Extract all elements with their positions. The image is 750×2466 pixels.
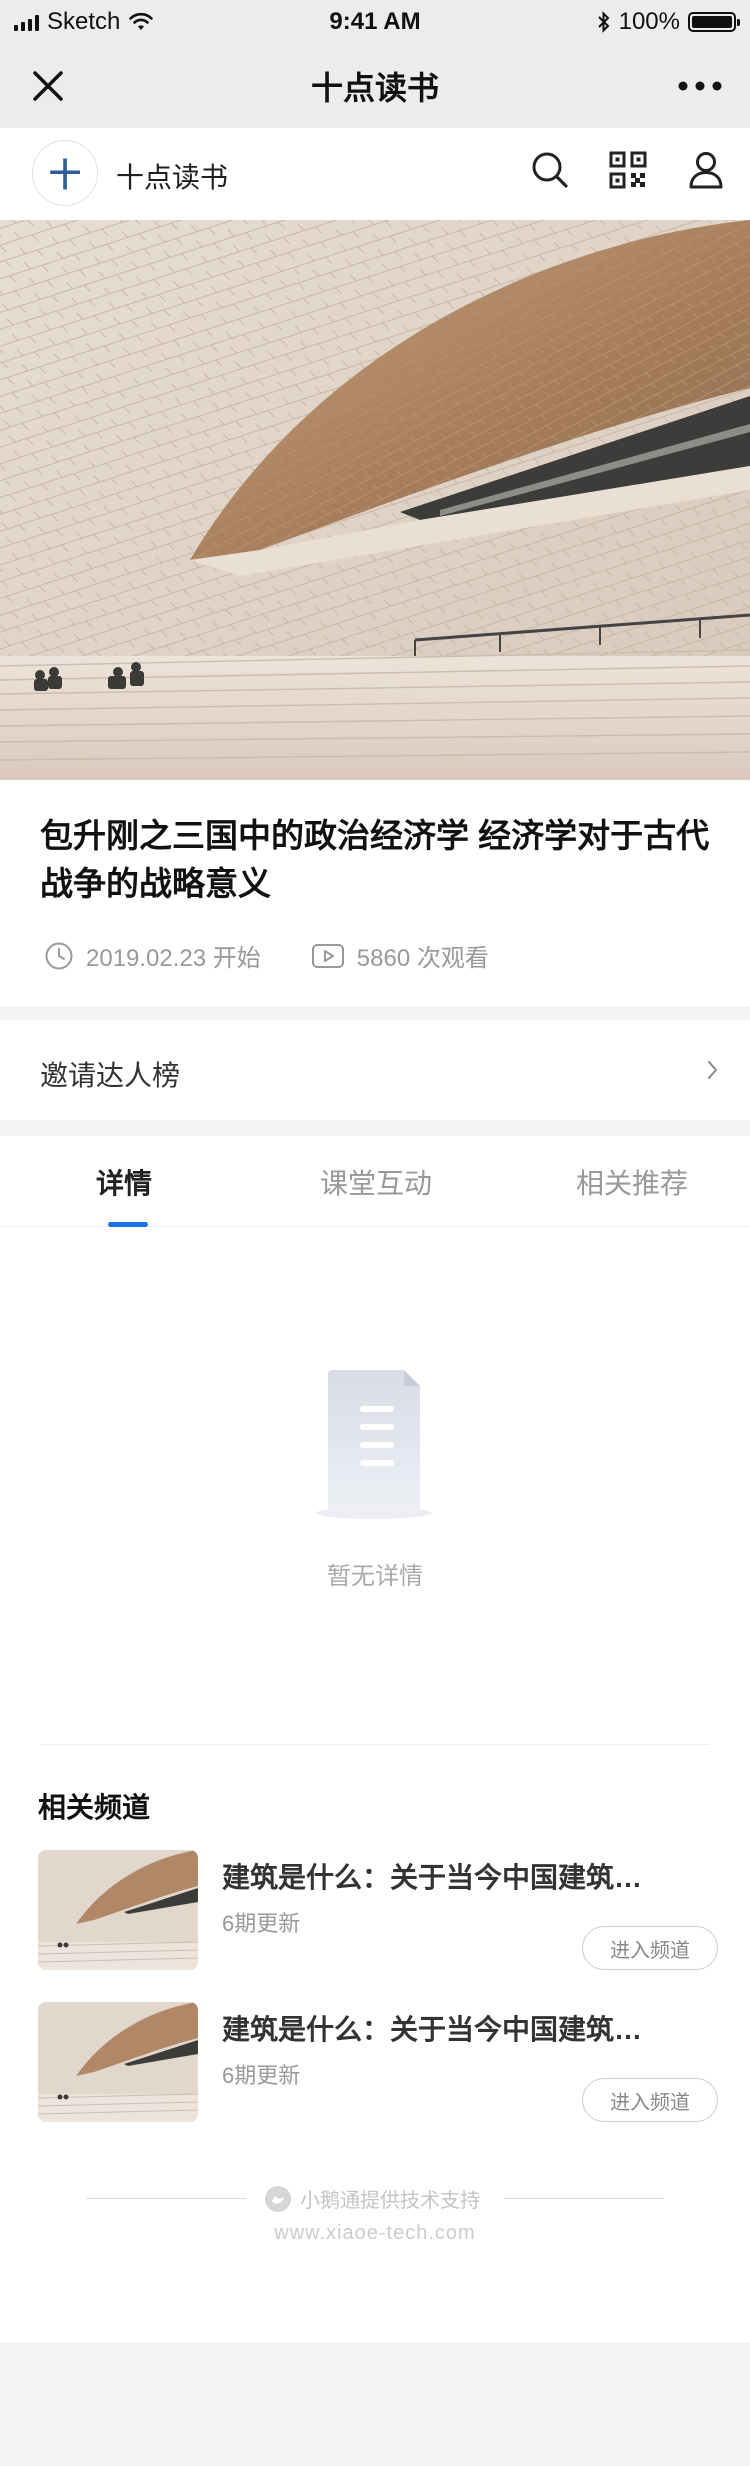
chevron-right-icon: [708, 1061, 717, 1079]
channel-update-count: 6期更新: [222, 1911, 301, 1936]
start-date-label: 2019.02.23 开始: [86, 945, 261, 972]
bluetooth-icon: [597, 11, 610, 33]
channel-card[interactable]: 建筑是什么：关于当今中国建筑… 6期更新 进入频道: [38, 1850, 718, 1970]
enter-channel-button[interactable]: 进入频道: [582, 2078, 718, 2122]
channel-thumbnail: [38, 1850, 198, 1970]
battery-percent: 100%: [618, 8, 680, 35]
detail-section: 详情 课堂互动 相关推荐 暂无详情 相关频道 建筑是什么：关于当今中国建筑… 6…: [0, 1136, 750, 2342]
invite-label: 邀请达人榜: [40, 1060, 181, 1091]
course-title: 包升刚之三国中的政治经济学 经济学对于古代战争的战略意义: [40, 817, 710, 902]
status-bar: Sketch 9:41 AM 100%: [0, 0, 750, 44]
clock-icon: [45, 942, 73, 969]
nav-bar: 十点读书: [0, 44, 750, 128]
more-button[interactable]: [676, 64, 724, 108]
channel-thumbnail: [38, 2002, 198, 2122]
start-date: 2019.02.23 开始: [44, 938, 261, 973]
search-button[interactable]: [530, 150, 570, 190]
channel-title: 建筑是什么：关于当今中国建筑…: [222, 1862, 643, 1893]
xiaoe-logo-icon: [265, 2185, 291, 2212]
qrcode-icon: [609, 151, 647, 189]
invite-leaderboard-row[interactable]: 邀请达人榜: [0, 1020, 750, 1120]
tab-bar: 详情 课堂互动 相关推荐: [0, 1136, 750, 1227]
tab-interaction[interactable]: 课堂互动: [320, 1162, 432, 1202]
section-divider: [40, 1744, 710, 1745]
course-info-card: 包升刚之三国中的政治经济学 经济学对于古代战争的战略意义 2019.02.23 …: [0, 780, 750, 1006]
shop-logo[interactable]: 十: [32, 140, 98, 206]
video-play-icon: [311, 943, 344, 968]
view-count-label: 5860 次观看: [356, 945, 489, 972]
footer-brand-text: 小鹅通提供技术支持: [300, 2190, 480, 2212]
footer-brand: 小鹅通提供技术支持: [264, 2184, 480, 2213]
close-icon: [33, 71, 63, 101]
user-button[interactable]: [686, 150, 726, 190]
more-icon: [678, 81, 722, 91]
course-meta: 2019.02.23 开始 5860 次观看: [44, 938, 539, 973]
channel-card[interactable]: 建筑是什么：关于当今中国建筑… 6期更新 进入频道: [38, 2002, 718, 2122]
shop-actions: [530, 150, 726, 190]
status-right: 100%: [597, 8, 750, 36]
user-icon: [689, 152, 723, 189]
tab-recommend[interactable]: 相关推荐: [576, 1162, 688, 1202]
empty-document-icon: [316, 1370, 432, 1519]
close-button[interactable]: [26, 64, 70, 108]
related-channels-title: 相关频道: [38, 1792, 151, 1823]
enter-channel-button[interactable]: 进入频道: [582, 1926, 718, 1970]
view-count: 5860 次观看: [311, 938, 489, 973]
shop-logo-text: 十: [48, 156, 81, 194]
tab-details[interactable]: 详情: [96, 1162, 152, 1202]
footer-line-left: [86, 2198, 246, 2199]
empty-detail-text: 暂无详情: [327, 1563, 423, 1590]
course-cover-image: [0, 220, 750, 780]
search-icon: [532, 152, 568, 188]
footer-url[interactable]: www.xiaoe-tech.com: [0, 2222, 750, 2245]
signal-icon: [14, 13, 39, 31]
channel-update-count: 6期更新: [222, 2063, 301, 2088]
shop-bar: 十 十点读书: [0, 128, 750, 220]
battery-icon: [688, 12, 740, 32]
footer: 小鹅通提供技术支持 www.xiaoe-tech.com: [0, 2176, 750, 2256]
wifi-icon: [129, 12, 154, 30]
footer-line-right: [504, 2198, 664, 2199]
carrier-label: Sketch: [47, 8, 121, 35]
tab-active-indicator: [108, 1222, 148, 1227]
qrcode-button[interactable]: [608, 150, 648, 190]
status-left: Sketch: [0, 8, 154, 36]
nav-title: 十点读书: [310, 70, 439, 106]
shop-name[interactable]: 十点读书: [116, 156, 228, 196]
channel-title: 建筑是什么：关于当今中国建筑…: [222, 2014, 643, 2045]
